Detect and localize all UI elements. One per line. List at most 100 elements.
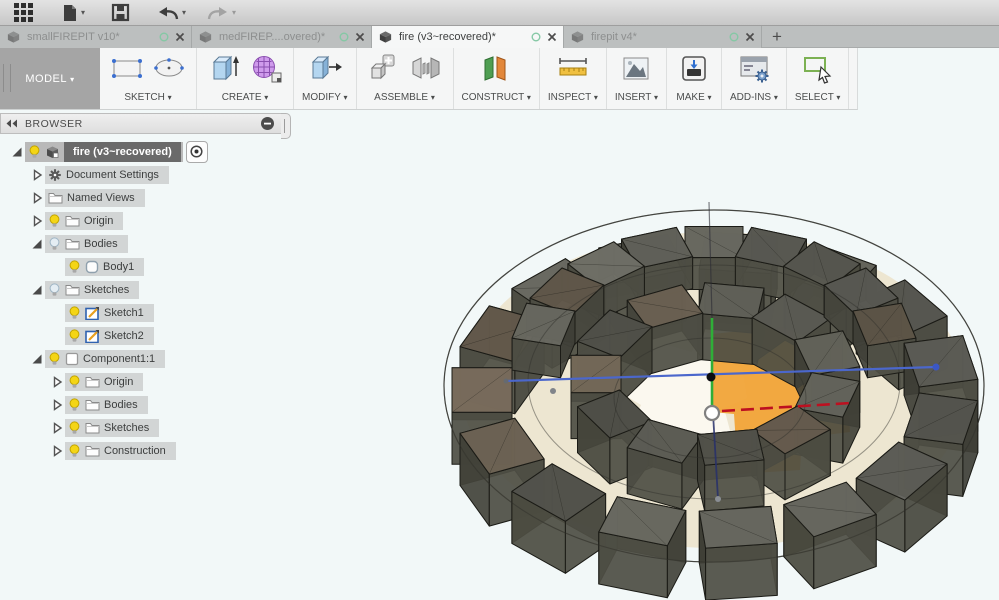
disclosure-expanded-icon[interactable] (28, 353, 45, 365)
toolbar-group-assemble[interactable]: ASSEMBLE ▾ (357, 48, 454, 109)
new-tab-button[interactable]: + (762, 26, 792, 47)
tree-item-fire-v3-recovered-[interactable]: fire (v3~recovered) (25, 142, 183, 162)
undo-caret[interactable]: ▾ (182, 9, 186, 17)
visibility-bulb-icon[interactable] (68, 260, 81, 274)
addins-scripts-icon[interactable] (735, 52, 773, 91)
tree-item-sketches[interactable]: Sketches (65, 419, 159, 437)
tree-item-construction[interactable]: Construction (65, 442, 176, 460)
toolbar-group-add-ins[interactable]: ADD-INS ▾ (722, 48, 787, 109)
save-button[interactable] (105, 0, 136, 26)
toolbar-group-inspect[interactable]: INSPECT ▾ (540, 48, 607, 109)
visibility-bulb-icon[interactable] (28, 145, 41, 159)
sketch-point (504, 379, 509, 384)
visibility-bulb-icon[interactable] (68, 398, 81, 412)
document-tab[interactable]: fire (v3~recovered)* (372, 26, 564, 48)
toolbar-group-create[interactable]: CREATE ▾ (197, 48, 294, 109)
document-tab[interactable]: smallFIREPIT v10* (0, 26, 192, 48)
toolbar-group-label: CONSTRUCT ▾ (462, 92, 531, 103)
folder-icon (65, 283, 80, 296)
toolbar-group-construct[interactable]: CONSTRUCT ▾ (454, 48, 540, 109)
browser-hide-icon[interactable] (260, 116, 275, 131)
tree-item-bodies[interactable]: Bodies (45, 235, 128, 253)
document-tab[interactable]: firepit v4* (564, 26, 762, 48)
redo-button[interactable]: ▾ (200, 0, 242, 26)
browser-panel-handle[interactable] (281, 113, 291, 139)
create-box-icon[interactable] (205, 52, 243, 91)
toolbar-group-label: INSERT ▾ (615, 92, 658, 103)
tree-item-document-settings[interactable]: Document Settings (45, 166, 169, 184)
assemble-joint-icon[interactable] (407, 52, 445, 91)
tree-item-origin[interactable]: Origin (65, 373, 143, 391)
toolbar-group-make[interactable]: MAKE ▾ (667, 48, 722, 109)
toolbar-group-select[interactable]: SELECT ▾ (787, 48, 850, 109)
disclosure-collapsed-icon[interactable] (28, 215, 45, 227)
tree-item-label: Body1 (103, 261, 134, 273)
tree-row: Origin (0, 370, 296, 393)
tree-item-label: Sketch1 (104, 307, 144, 319)
undo-button[interactable]: ▾ (150, 0, 192, 26)
disclosure-collapsed-icon[interactable] (48, 422, 65, 434)
toolbar-group-modify[interactable]: MODIFY ▾ (294, 48, 357, 109)
tree-item-named-views[interactable]: Named Views (45, 189, 145, 207)
app-grid-button[interactable] (6, 0, 41, 26)
browser-panel: BROWSER fire (v3~recovered)Document Sett… (0, 113, 296, 462)
document-tab[interactable]: medFIREP....overed)* (192, 26, 372, 48)
browser-collapse-icon[interactable] (6, 119, 19, 128)
tab-status-icon (339, 32, 349, 42)
tree-item-component1-1[interactable]: Component1:1 (45, 350, 165, 368)
tab-close-icon[interactable] (355, 32, 365, 42)
disclosure-collapsed-icon[interactable] (48, 376, 65, 388)
folder-icon (85, 444, 100, 457)
tree-item-origin[interactable]: Origin (45, 212, 123, 230)
tab-close-icon[interactable] (745, 32, 755, 42)
visibility-bulb-icon[interactable] (48, 214, 61, 228)
workspace-switcher[interactable]: MODEL ▾ (0, 48, 100, 109)
insert-image-icon[interactable] (617, 52, 655, 91)
disclosure-collapsed-icon[interactable] (28, 169, 45, 181)
disclosure-expanded-icon[interactable] (28, 284, 45, 296)
make-print-icon[interactable] (675, 52, 713, 91)
toolbar-group-sketch[interactable]: SKETCH ▾ (100, 48, 197, 109)
tab-close-icon[interactable] (175, 32, 185, 42)
tree-row: Sketches (0, 278, 296, 301)
app-grid-icon (12, 1, 35, 24)
tree-row: Bodies (0, 393, 296, 416)
modify-presspull-icon[interactable] (306, 52, 344, 91)
document-cube-icon (570, 30, 585, 44)
visibility-bulb-icon[interactable] (68, 421, 81, 435)
toolbar-group-insert[interactable]: INSERT ▾ (607, 48, 667, 109)
disclosure-expanded-icon[interactable] (8, 146, 25, 158)
tree-row: Body1 (0, 255, 296, 278)
tree-item-bodies[interactable]: Bodies (65, 396, 148, 414)
tree-item-sketch1[interactable]: Sketch1 (65, 304, 154, 322)
tree-item-sketches[interactable]: Sketches (45, 281, 139, 299)
disclosure-expanded-icon[interactable] (28, 238, 45, 250)
tree-item-body1[interactable]: Body1 (65, 258, 144, 276)
tree-item-sketch2[interactable]: Sketch2 (65, 327, 154, 345)
disclosure-collapsed-icon[interactable] (48, 445, 65, 457)
inspect-measure-icon[interactable] (554, 52, 592, 91)
disclosure-collapsed-icon[interactable] (48, 399, 65, 411)
tab-close-icon[interactable] (547, 32, 557, 42)
toolbar-group-label: MAKE ▾ (676, 92, 711, 103)
folder-icon (85, 398, 100, 411)
sketch-ellipse-icon[interactable] (150, 52, 188, 91)
construct-plane-icon[interactable] (477, 52, 515, 91)
activate-radio[interactable] (186, 141, 208, 163)
file-menu-button[interactable]: ▾ (55, 0, 91, 26)
assemble-component-icon[interactable] (365, 52, 403, 91)
create-form-icon[interactable] (247, 52, 285, 91)
visibility-bulb-icon[interactable] (48, 352, 61, 366)
toolbar-group-label: ASSEMBLE ▾ (374, 92, 435, 103)
sketch-rect-icon[interactable] (108, 52, 146, 91)
origin-marker[interactable] (705, 406, 719, 420)
visibility-bulb-icon[interactable] (48, 237, 61, 251)
disclosure-collapsed-icon[interactable] (28, 192, 45, 204)
visibility-bulb-icon[interactable] (68, 329, 81, 343)
visibility-bulb-icon[interactable] (68, 306, 81, 320)
redo-caret[interactable]: ▾ (232, 9, 236, 17)
select-cursor-icon[interactable] (799, 52, 837, 91)
visibility-bulb-icon[interactable] (48, 283, 61, 297)
visibility-bulb-icon[interactable] (68, 444, 81, 458)
visibility-bulb-icon[interactable] (68, 375, 81, 389)
